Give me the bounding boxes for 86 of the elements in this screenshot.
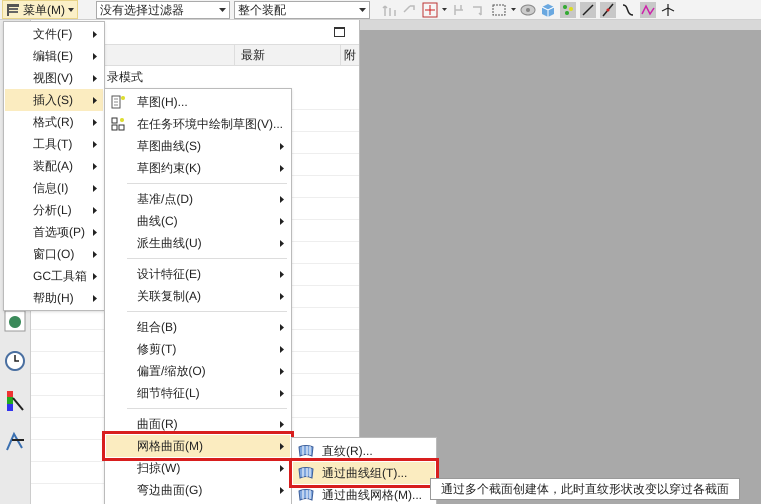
submenu-arrow-icon (93, 96, 97, 104)
column-header[interactable]: 最新 (235, 45, 341, 65)
menu-item[interactable]: 首选项(P) (5, 221, 103, 243)
submenu-arrow-icon (280, 464, 284, 472)
submenu-arrow-icon (280, 390, 284, 396)
submenu-arrow-icon (280, 218, 284, 224)
menu-item[interactable]: 扫掠(W) (106, 457, 290, 479)
menu-item[interactable]: 关联复制(A) (106, 285, 290, 307)
menu-item[interactable]: 视图(V) (5, 67, 103, 89)
caret-icon[interactable] (511, 8, 516, 11)
line-icon[interactable] (580, 2, 596, 18)
caret-icon[interactable] (68, 8, 74, 12)
tooltip-text: 通过多个截面创建体，此时直纹形状改变以穿过各截面 (441, 481, 729, 498)
row-text: 录模式 (107, 69, 143, 86)
submenu-arrow-icon (280, 292, 284, 300)
menu-item[interactable]: 分析(L) (5, 199, 103, 221)
surface-icon (298, 444, 314, 458)
submenu-arrow-icon (93, 140, 97, 148)
menu-item[interactable]: 信息(I) (5, 177, 103, 199)
submenu-arrow-icon (280, 142, 284, 150)
clock-icon[interactable] (4, 350, 26, 372)
submenu-arrow-icon (93, 74, 97, 82)
menu-item[interactable]: 设计特征(E) (106, 263, 290, 285)
menu-item[interactable]: 修剪(T) (106, 338, 290, 360)
submenu-arrow-icon (93, 228, 97, 236)
menu-item[interactable]: 草图约束(K) (106, 157, 290, 179)
menu-item[interactable]: 在任务环境中绘制草图(V)... (106, 113, 290, 135)
column-header[interactable]: 附 (341, 45, 359, 65)
submenu-arrow-icon (93, 30, 97, 38)
menu-item[interactable]: GC工具箱 (5, 265, 103, 287)
submenu-arrow-icon (93, 250, 97, 258)
analysis-icon[interactable] (4, 430, 26, 452)
crosshair-icon[interactable] (422, 2, 438, 18)
submenu-arrow-icon (93, 294, 97, 302)
caret-icon[interactable] (442, 8, 447, 11)
sketch-icon (111, 95, 125, 109)
menu-item[interactable]: 基准/点(D) (106, 188, 290, 210)
select-field[interactable]: 整个装配 (234, 0, 370, 18)
menu-item[interactable]: 插入(S) (5, 89, 103, 111)
submenu-arrow-icon (280, 164, 284, 172)
menu-item[interactable]: 直纹(R)... (293, 440, 435, 462)
submenu-arrow-icon (93, 272, 97, 280)
color-bar-icon[interactable] (4, 390, 26, 412)
surface-icon (298, 466, 314, 480)
sketch-icon (111, 117, 125, 131)
submenu-arrow-icon (93, 52, 97, 60)
submenu-arrow-icon (280, 486, 284, 494)
menu-item[interactable]: 窗口(O) (5, 243, 103, 265)
submenu-arrow-icon (280, 240, 284, 246)
menu-icon[interactable] (6, 3, 20, 16)
menu-item[interactable]: 曲面(R) (106, 413, 290, 435)
menu-item[interactable]: 派生曲线(U) (106, 232, 290, 254)
axis-icon[interactable] (660, 2, 676, 18)
submenu-arrow-icon (280, 346, 284, 352)
menu-button[interactable]: 菜单(M) (2, 0, 78, 19)
submenu-arrow-icon (280, 442, 284, 450)
curve-icon[interactable] (620, 2, 636, 18)
submenu-arrow-icon (280, 420, 284, 428)
menu-item[interactable]: 草图曲线(S) (106, 135, 290, 157)
menu-item[interactable]: 帮助(H) (5, 287, 103, 309)
menu-item[interactable]: 弯边曲面(G) (106, 479, 290, 501)
submenu-arrow-icon (93, 184, 97, 192)
submenu-arrow-icon (280, 196, 284, 202)
menu-item[interactable]: 编辑(E) (5, 45, 103, 67)
submenu-arrow-icon (280, 324, 284, 330)
menu-item[interactable]: 偏置/缩放(O) (106, 360, 290, 382)
menu-item[interactable]: 细节特征(L) (106, 382, 290, 404)
submenu-arrow-icon (93, 118, 97, 126)
selection-rectangle-icon[interactable] (491, 2, 507, 18)
menu-item[interactable]: 格式(R) (5, 111, 103, 133)
menu-item[interactable]: 草图(H)... (106, 91, 290, 113)
submenu-arrow-icon (280, 368, 284, 374)
menu-item[interactable]: 组合(B) (106, 316, 290, 338)
maximize-icon[interactable] (334, 27, 345, 37)
submenu-arrow-icon (93, 162, 97, 170)
line-icon[interactable] (600, 2, 616, 18)
submenu-arrow-icon (280, 270, 284, 278)
caret-icon[interactable] (359, 8, 366, 12)
submenu-arrow-icon (93, 206, 97, 214)
spline-icon[interactable] (640, 2, 656, 18)
caret-icon[interactable] (219, 8, 226, 12)
menu-item[interactable]: 装配(A) (5, 155, 103, 177)
menu-item[interactable]: 文件(F) (5, 23, 103, 45)
menu-item[interactable]: 曲线(C) (106, 210, 290, 232)
select-field[interactable]: 没有选择过滤器 (96, 0, 230, 18)
menu-item[interactable]: 工具(T) (5, 133, 103, 155)
